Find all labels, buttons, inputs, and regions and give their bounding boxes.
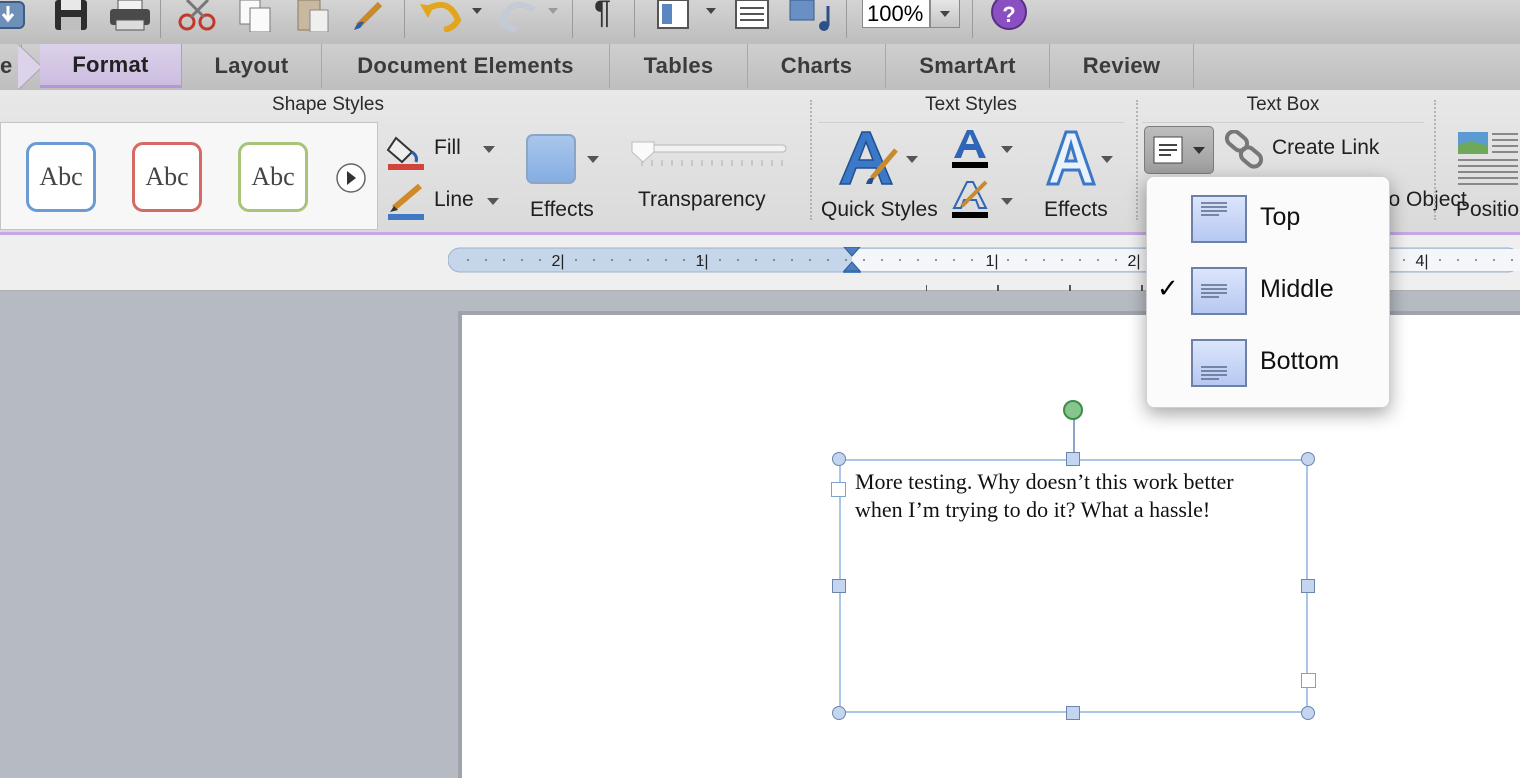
rotation-handle[interactable] [1063, 400, 1083, 420]
ruler-label: 2| [1127, 253, 1140, 270]
text-highlight-icon[interactable] [950, 180, 990, 222]
zoom-field[interactable]: 100% [862, 0, 930, 28]
transparency-label: Transparency [638, 188, 766, 211]
open-icon[interactable] [0, 0, 30, 32]
chevron-down-icon [1193, 147, 1205, 154]
group-title-rule [818, 122, 1124, 123]
redo-icon[interactable] [496, 0, 542, 32]
align-top-icon [1191, 195, 1247, 243]
quick-styles-dropdown-icon[interactable] [906, 156, 918, 163]
fill-bucket-icon[interactable] [386, 132, 426, 172]
resize-handle-bottom-right[interactable] [1301, 706, 1315, 720]
text-color-icon[interactable] [950, 128, 990, 170]
undo-icon[interactable] [418, 0, 466, 32]
shape-effects-dropdown-icon[interactable] [587, 156, 599, 163]
menu-item-bottom[interactable]: Bottom [1147, 329, 1391, 399]
align-middle-icon [1191, 267, 1247, 315]
chevron-down-icon [940, 11, 950, 17]
tab-layout[interactable]: Layout [182, 44, 322, 88]
menu-item-bottom-label: Bottom [1260, 347, 1340, 375]
text-effects-dropdown-icon[interactable] [1101, 156, 1113, 163]
align-text-icon [1153, 136, 1183, 164]
text-box-link-in-handle[interactable] [831, 482, 846, 497]
align-bottom-icon [1191, 339, 1247, 387]
save-icon[interactable] [52, 0, 90, 32]
line-dropdown-icon[interactable] [487, 198, 499, 205]
text-alignment-menu: Top ✓ Middle Bottom [1146, 176, 1390, 408]
transparency-slider[interactable] [630, 140, 790, 174]
tab-charts[interactable]: Charts [748, 44, 886, 88]
shape-style-red[interactable]: Abc [132, 142, 202, 212]
standard-toolbar: ¶ 100% ? [0, 0, 1520, 45]
media-browser-icon[interactable] [788, 0, 834, 32]
slider-thumb [631, 141, 655, 163]
copy-icon[interactable] [236, 0, 276, 32]
text-effects-label[interactable]: Effects [1044, 198, 1108, 222]
quick-styles-icon[interactable] [836, 130, 900, 188]
resize-handle-left[interactable] [832, 579, 846, 593]
menu-item-middle-label: Middle [1260, 275, 1334, 303]
zoom-dropdown-button[interactable] [930, 0, 960, 28]
shape-style-blue[interactable]: Abc [26, 142, 96, 212]
resize-handle-bottom[interactable] [1066, 706, 1080, 720]
fill-dropdown-icon[interactable] [483, 146, 495, 153]
fill-label[interactable]: Fill [434, 136, 461, 160]
ruler-label: 2| [551, 253, 564, 270]
help-icon[interactable]: ? [990, 0, 1028, 30]
format-painter-icon[interactable] [350, 0, 394, 32]
svg-text:?: ? [1002, 2, 1015, 27]
group-title-shape-styles: Shape Styles [272, 94, 384, 115]
paste-icon[interactable] [294, 0, 334, 32]
line-label[interactable]: Line [434, 188, 474, 212]
resize-handle-bottom-left[interactable] [832, 706, 846, 720]
checkmark-icon: ✓ [1157, 273, 1179, 303]
tab-review[interactable]: Review [1050, 44, 1194, 88]
ruler-label: 1| [985, 253, 998, 270]
print-icon[interactable] [108, 0, 152, 32]
tab-smartart[interactable]: SmartArt [886, 44, 1050, 88]
tab-tables[interactable]: Tables [610, 44, 748, 88]
create-link-label[interactable]: Create Link [1272, 136, 1379, 160]
resize-handle-right[interactable] [1301, 579, 1315, 593]
ribbon-tab-bar: e Format Layout Document Elements Tables… [0, 44, 1520, 91]
text-color-dropdown-icon[interactable] [1001, 146, 1013, 153]
paragraph-marks-icon[interactable]: ¶ [594, 0, 611, 31]
line-pencil-icon[interactable] [386, 184, 426, 222]
group-title-text-styles: Text Styles [925, 94, 1017, 115]
position-label[interactable]: Positio [1456, 198, 1519, 222]
shape-style-green[interactable]: Abc [238, 142, 308, 212]
text-box-content[interactable]: More testing. Why doesn’t this work bett… [855, 468, 1285, 524]
menu-item-middle[interactable]: ✓ Middle [1147, 257, 1391, 327]
resize-handle-top[interactable] [1066, 452, 1080, 466]
resize-handle-top-right[interactable] [1301, 452, 1315, 466]
menu-item-top-label: Top [1260, 203, 1301, 231]
text-box-link-out-handle[interactable] [1301, 673, 1316, 688]
text-effects-icon[interactable] [1044, 130, 1096, 188]
toolbox-icon[interactable] [734, 0, 770, 32]
tab-document-elements[interactable]: Document Elements [322, 44, 610, 88]
group-title-rule [1142, 122, 1424, 123]
ruler-label: 1| [695, 253, 708, 270]
ruler-label: 4| [1415, 253, 1428, 270]
tab-format[interactable]: Format [40, 44, 182, 88]
menu-item-top[interactable]: Top [1147, 185, 1391, 255]
shape-effects-label[interactable]: Effects [530, 198, 594, 222]
position-icon[interactable] [1456, 130, 1520, 190]
shape-effects-icon[interactable] [526, 134, 576, 184]
gallery-next-icon[interactable] [335, 162, 367, 194]
chain-link-icon[interactable] [1222, 130, 1266, 170]
group-title-text-box: Text Box [1246, 94, 1320, 115]
text-highlight-dropdown-icon[interactable] [1001, 198, 1013, 205]
resize-handle-top-left[interactable] [832, 452, 846, 466]
quick-styles-label[interactable]: Quick Styles [821, 198, 938, 222]
text-alignment-button[interactable] [1144, 126, 1214, 174]
view-layout-icon[interactable] [654, 0, 694, 32]
cut-icon[interactable] [176, 0, 220, 32]
